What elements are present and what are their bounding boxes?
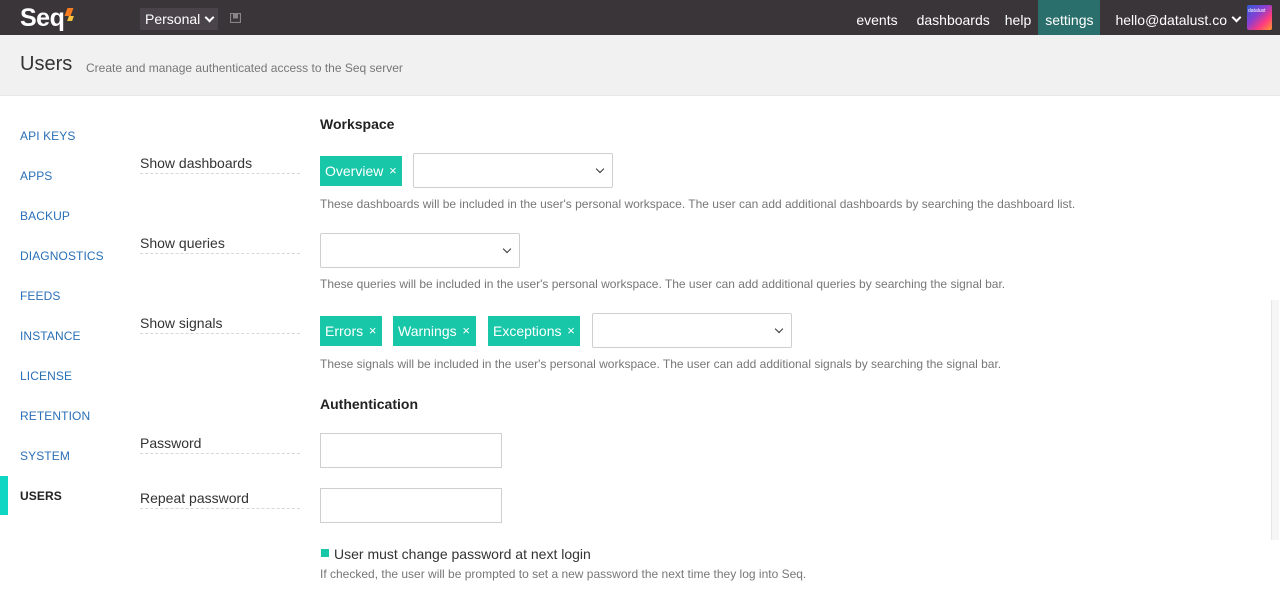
- dashboards-help-text: These dashboards will be included in the…: [320, 197, 1076, 211]
- main-nav: events dashboards help settings hello@da…: [849, 0, 1280, 35]
- must-change-password-help: If checked, the user will be prompted to…: [320, 567, 807, 581]
- top-bar: Seq Personal events dashboards help sett…: [0, 0, 1280, 35]
- signals-select[interactable]: [592, 313, 792, 348]
- queries-help-text: These queries will be included in the us…: [320, 277, 1006, 291]
- tag-label: Exceptions: [493, 323, 562, 339]
- page-header: Users Create and manage authenticated ac…: [0, 35, 1280, 96]
- sidebar-item-api-keys[interactable]: API KEYS: [20, 129, 76, 143]
- remove-tag-icon[interactable]: ×: [457, 316, 476, 346]
- sidebar-item-instance[interactable]: INSTANCE: [20, 329, 81, 343]
- seq-logo[interactable]: Seq: [20, 3, 75, 33]
- nav-settings[interactable]: settings: [1038, 0, 1101, 35]
- user-email: hello@datalust.co: [1115, 12, 1227, 28]
- user-menu[interactable]: hello@datalust.co: [1100, 0, 1247, 35]
- must-change-password-label[interactable]: User must change password at next login: [334, 546, 591, 562]
- sidebar-item-license[interactable]: LICENSE: [20, 369, 72, 383]
- page-scrollbar[interactable]: [1271, 300, 1279, 540]
- tag-label: Errors: [325, 323, 364, 339]
- sidebar-active-indicator: [0, 476, 8, 515]
- signal-tag-exceptions[interactable]: Exceptions ×: [488, 316, 581, 346]
- sidebar-item-feeds[interactable]: FEEDS: [20, 289, 61, 303]
- signals-help-text: These signals will be included in the us…: [320, 357, 1002, 371]
- chevron-down-icon: [1231, 12, 1242, 23]
- sidebar-item-apps[interactable]: APPS: [20, 169, 52, 183]
- must-change-password-checkbox[interactable]: [321, 549, 329, 557]
- nav-events[interactable]: events: [849, 0, 904, 35]
- remove-tag-icon[interactable]: ×: [383, 156, 402, 186]
- dashboards-select[interactable]: [413, 153, 613, 188]
- show-dashboards-label: Show dashboards: [140, 155, 300, 174]
- avatar-text: datalust: [1248, 8, 1266, 14]
- workspace-selector-label: Personal: [145, 11, 201, 27]
- sidebar-item-users[interactable]: USERS: [20, 489, 62, 503]
- chevron-down-icon: [502, 244, 512, 254]
- sidebar-item-retention[interactable]: RETENTION: [20, 409, 90, 423]
- sidebar-item-diagnostics[interactable]: DIAGNOSTICS: [20, 249, 104, 263]
- queries-select[interactable]: [320, 233, 520, 268]
- show-signals-label: Show signals: [140, 315, 300, 334]
- workspace-pin-icon[interactable]: [230, 13, 241, 23]
- avatar[interactable]: datalust: [1247, 5, 1272, 30]
- authentication-section-title: Authentication: [320, 396, 418, 412]
- dashboard-tag-overview[interactable]: Overview ×: [320, 156, 403, 186]
- show-queries-label: Show queries: [140, 235, 300, 254]
- nav-help[interactable]: help: [998, 0, 1038, 35]
- nav-dashboards[interactable]: dashboards: [910, 0, 997, 35]
- repeat-password-input[interactable]: [320, 488, 502, 523]
- chevron-down-icon: [204, 12, 215, 22]
- password-label: Password: [140, 435, 300, 454]
- workspace-section-title: Workspace: [320, 116, 395, 132]
- workspace-selector[interactable]: Personal: [140, 8, 219, 30]
- repeat-password-label: Repeat password: [140, 490, 300, 509]
- signal-tag-errors[interactable]: Errors ×: [320, 316, 383, 346]
- tag-label: Overview: [325, 163, 384, 179]
- remove-tag-icon[interactable]: ×: [363, 316, 382, 346]
- tag-label: Warnings: [398, 323, 457, 339]
- chevron-down-icon: [595, 164, 605, 174]
- chevron-down-icon: [774, 324, 784, 334]
- page-subtitle: Create and manage authenticated access t…: [86, 61, 403, 75]
- password-input[interactable]: [320, 433, 502, 468]
- sidebar-item-system[interactable]: SYSTEM: [20, 449, 70, 463]
- logo-text: Seq: [20, 4, 65, 32]
- page-title: Users: [20, 53, 73, 75]
- sidebar-item-backup[interactable]: BACKUP: [20, 209, 70, 223]
- logo-mark-icon: [64, 8, 75, 22]
- remove-tag-icon[interactable]: ×: [561, 316, 580, 346]
- signal-tag-warnings[interactable]: Warnings ×: [393, 316, 476, 346]
